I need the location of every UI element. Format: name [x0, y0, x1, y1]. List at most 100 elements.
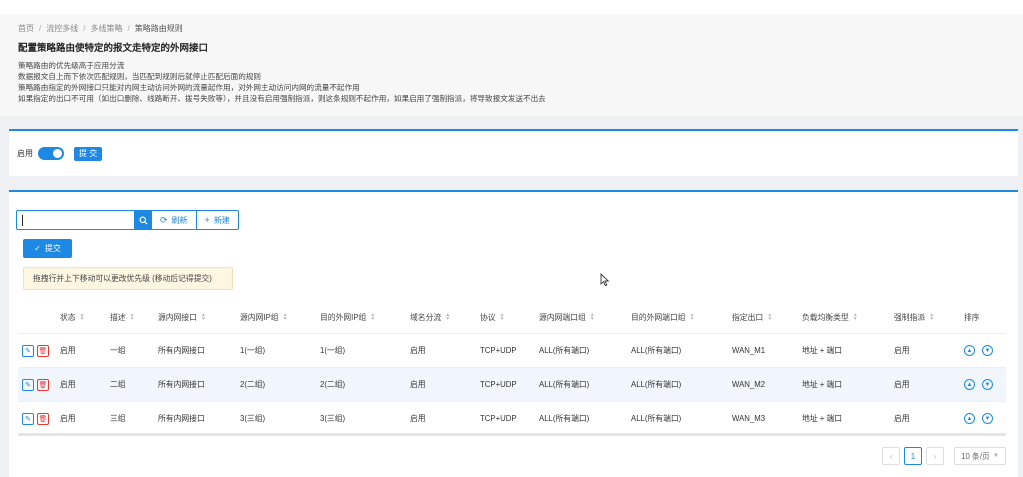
cell-domain: 启用 — [410, 414, 426, 423]
sort-icon: ▲ ▼ — [589, 312, 595, 322]
header-order: 排序 — [964, 312, 1006, 323]
header-label: 指定出口 — [732, 312, 764, 322]
header-domain[interactable]: 域名分流 ▲ ▼ — [410, 312, 480, 323]
breadcrumb-item-home[interactable]: 首页 — [18, 23, 34, 34]
header-label: 状态 — [60, 312, 76, 322]
toolbar: ⟳ 刷新 + 新建 — [16, 210, 239, 230]
top-band — [0, 0, 1023, 14]
breadcrumb-item-flow[interactable]: 流控多线 — [46, 23, 78, 34]
cell-desc: 二组 — [110, 380, 126, 389]
row-order: ▲ ▼ — [964, 379, 1006, 390]
refresh-button[interactable]: ⟳ 刷新 — [152, 210, 197, 230]
sort-icon: ▲ ▼ — [689, 312, 695, 322]
cell-force: 启用 — [894, 380, 910, 389]
refresh-icon: ⟳ — [160, 214, 168, 225]
description-line: 如果指定的出口不可用（如出口删除、线路断开、拨号失败等），并且没有启用强制指派，… — [18, 94, 546, 103]
header-label: 域名分流 — [410, 312, 442, 322]
arrow-up-icon[interactable]: ▲ — [964, 413, 975, 424]
arrow-down-icon[interactable]: ▼ — [982, 413, 993, 424]
table-header: 状态 ▲ ▼ 描述 ▲ ▼ 源内网接口 ▲ ▼ 源内网IP组 ▲ ▼ 目的外网IP组 ▲ ▼ 域名分… — [18, 301, 1006, 334]
row-order: ▲ ▼ — [964, 345, 1006, 356]
arrow-up-icon[interactable]: ▲ — [964, 345, 975, 356]
new-label: 新建 — [213, 215, 230, 225]
mouse-cursor-icon — [600, 273, 610, 287]
header-desc[interactable]: 描述 ▲ ▼ — [110, 312, 158, 323]
cell-lb: 地址 + 端口 — [802, 380, 843, 389]
cell-lb: 地址 + 端口 — [802, 346, 843, 355]
delete-icon[interactable]: 🗑 — [37, 412, 49, 425]
enable-toggle[interactable] — [38, 147, 64, 160]
enable-submit-button[interactable]: 提 交 — [74, 146, 103, 161]
table-row[interactable]: ✎ 🗑 启用 一组 所有内网接口 1(一组) 1(一组) 启用 TCP+UDP A… — [18, 334, 1006, 368]
header-dst-ip[interactable]: 目的外网IP组 ▲ ▼ — [320, 312, 410, 323]
search-input[interactable] — [16, 210, 134, 230]
sort-icon: ▲ ▼ — [929, 312, 935, 322]
header-lan-iface[interactable]: 源内网接口 ▲ ▼ — [158, 312, 240, 323]
header-label: 协议 — [480, 312, 496, 322]
header-label: 源内网端口组 — [539, 312, 586, 322]
text-caret — [22, 215, 23, 226]
header-dst-port[interactable]: 目的外网端口组 ▲ ▼ — [631, 312, 732, 323]
arrow-up-icon[interactable]: ▲ — [964, 379, 975, 390]
page-description: 策略路由的优先级高于应用分流 数据报文自上而下依次匹配规则，当匹配到规则后就停止… — [18, 60, 1005, 104]
cell-lan-iface: 所有内网接口 — [158, 414, 205, 423]
cell-lan-ip: 2(二组) — [240, 380, 266, 389]
header-label: 描述 — [110, 312, 126, 322]
edit-icon[interactable]: ✎ — [22, 344, 34, 357]
cell-out: WAN_M2 — [732, 380, 766, 389]
chevron-left-icon[interactable]: ‹ — [882, 447, 900, 465]
cell-lan-port: ALL(所有端口) — [539, 346, 590, 355]
arrow-down-icon[interactable]: ▼ — [982, 345, 993, 356]
row-actions: ✎ 🗑 — [18, 344, 60, 357]
cell-dst-ip: 2(二组) — [320, 380, 346, 389]
header-lb[interactable]: 负载均衡类型 ▲ ▼ — [802, 312, 894, 323]
delete-icon[interactable]: 🗑 — [37, 344, 49, 357]
plus-icon: + — [204, 215, 210, 225]
row-actions: ✎ 🗑 — [18, 412, 60, 425]
cell-dst-port: ALL(所有端口) — [631, 414, 682, 423]
sort-icon: ▲ ▼ — [445, 312, 451, 322]
arrow-down-icon[interactable]: ▼ — [982, 379, 993, 390]
page-header: 首页 / 流控多线 / 多线策略 / 策略路由规则 配置策略路由使特定的报文走特… — [0, 14, 1023, 116]
sort-icon: ▲ ▼ — [370, 312, 376, 322]
header-protocol[interactable]: 协议 ▲ ▼ — [480, 312, 539, 323]
cell-status: 启用 — [60, 380, 76, 389]
breadcrumb-item-policy[interactable]: 多线策略 — [90, 23, 122, 34]
breadcrumb-item-current: 策略路由规则 — [134, 23, 183, 33]
header-force[interactable]: 强制指派 ▲ ▼ — [894, 312, 964, 323]
page-size-select[interactable]: 10 条/页 ▼ — [954, 447, 1006, 465]
cell-domain: 启用 — [410, 380, 426, 389]
submit-button[interactable]: ✓ 提交 — [23, 239, 72, 258]
header-label: 源内网IP组 — [240, 312, 279, 322]
header-lan-port[interactable]: 源内网端口组 ▲ ▼ — [539, 312, 631, 323]
cell-dst-ip: 3(三组) — [320, 414, 346, 423]
table-row[interactable]: ✎ 🗑 启用 二组 所有内网接口 2(二组) 2(二组) 启用 TCP+UDP A… — [18, 368, 1006, 402]
cell-dst-port: ALL(所有端口) — [631, 346, 682, 355]
cell-lan-iface: 所有内网接口 — [158, 380, 205, 389]
cell-desc: 一组 — [110, 346, 126, 355]
new-button[interactable]: + 新建 — [196, 210, 239, 230]
header-label: 强制指派 — [894, 312, 926, 322]
search-icon — [138, 215, 148, 225]
header-status[interactable]: 状态 ▲ ▼ — [60, 312, 110, 323]
header-out[interactable]: 指定出口 ▲ ▼ — [732, 312, 802, 323]
edit-icon[interactable]: ✎ — [22, 412, 34, 425]
breadcrumb-separator: / — [39, 23, 42, 33]
description-line: 策略路由指定的外网接口只能对内网主动访问外网的流量起作用，对外网主动访问内网的流… — [18, 83, 360, 92]
header-label: 负载均衡类型 — [802, 312, 849, 322]
cell-lan-iface: 所有内网接口 — [158, 346, 205, 355]
page-number-button[interactable]: 1 — [904, 447, 922, 465]
chevron-right-icon[interactable]: › — [926, 447, 944, 465]
search-button[interactable] — [134, 210, 152, 230]
sort-icon: ▲ ▼ — [79, 312, 85, 322]
submit-label: 提交 — [44, 244, 61, 253]
delete-icon[interactable]: 🗑 — [37, 378, 49, 391]
header-label: 源内网接口 — [158, 312, 197, 322]
table-row[interactable]: ✎ 🗑 启用 三组 所有内网接口 3(三组) 3(三组) 启用 TCP+UDP A… — [18, 402, 1006, 436]
cell-force: 启用 — [894, 346, 910, 355]
pagination: ‹ 1 › 10 条/页 ▼ — [882, 447, 1006, 465]
header-lan-ip[interactable]: 源内网IP组 ▲ ▼ — [240, 312, 320, 323]
rules-table: 状态 ▲ ▼ 描述 ▲ ▼ 源内网接口 ▲ ▼ 源内网IP组 ▲ ▼ 目的外网IP组 ▲ ▼ 域名分… — [18, 301, 1006, 436]
table-horizontal-scrollbar[interactable] — [18, 433, 1006, 436]
edit-icon[interactable]: ✎ — [22, 378, 34, 391]
